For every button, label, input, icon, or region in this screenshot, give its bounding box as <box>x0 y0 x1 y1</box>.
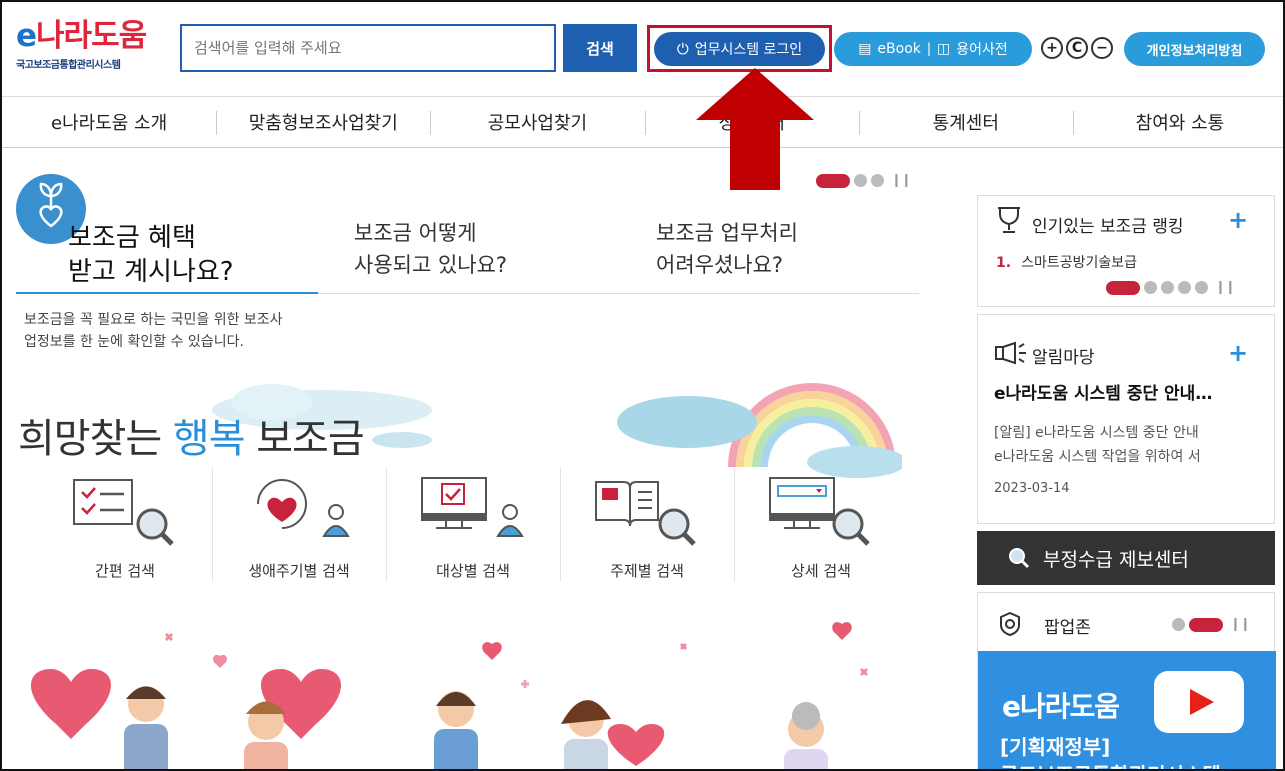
indicator-dot[interactable] <box>854 174 867 187</box>
people-hearts-illustration <box>31 622 869 769</box>
ebook-icon: ▤ <box>858 41 872 57</box>
book-icon: ◫ <box>937 41 951 57</box>
target-search-item[interactable]: 대상별 검색 <box>386 468 560 588</box>
popup-logo: e나라도움 <box>1002 690 1120 723</box>
tab-processing[interactable]: 보조금 업무처리 어려우셨나요? <box>656 217 798 281</box>
notice-headline[interactable]: e나라도움 시스템 중단 안내… <box>994 379 1264 404</box>
nav-item-participation[interactable]: 참여와 소통 <box>1072 97 1283 147</box>
logo-e: e <box>16 18 37 54</box>
nav-item-custom-search[interactable]: 맞춤형보조사업찾기 <box>216 97 430 147</box>
popup-banner[interactable]: e나라도움 [기획재정부] 국고보조금통합관리시스템 <box>978 651 1276 769</box>
category-label: 대상별 검색 <box>436 562 510 580</box>
logo-subtitle: 국고보조금통합관리시스템 <box>16 60 121 71</box>
notice-panel: 알림마당 + e나라도움 시스템 중단 안내… [알림] e나라도움 시스템 중… <box>977 314 1275 524</box>
search-input[interactable] <box>182 26 554 70</box>
notice-title: 알림마당 <box>1032 348 1095 368</box>
indicator-dot[interactable] <box>1161 281 1174 294</box>
category-label: 생애주기별 검색 <box>248 562 350 580</box>
site-logo[interactable]: e나라도움 국고보조금통합관리시스템 <box>16 18 147 71</box>
pause-icon[interactable]: ❙❙ <box>891 173 912 188</box>
category-label: 주제별 검색 <box>610 562 684 580</box>
tab-description: 보조금을 꼭 필요로 하는 국민을 위한 보조사업정보를 한 눈에 확인할 수 … <box>24 312 283 350</box>
popup-line-2: 국고보조금통합관리시스템 <box>1000 759 1221 769</box>
indicator-dot[interactable] <box>1144 281 1157 294</box>
dictionary-label[interactable]: 용어사전 <box>956 39 1008 59</box>
main-carousel-indicator[interactable]: ❙❙ <box>816 173 912 188</box>
separator: ǀ <box>926 41 932 57</box>
ranking-more-icon[interactable]: + <box>1228 206 1248 234</box>
tab-usage[interactable]: 보조금 어떻게 사용되고 있나요? <box>354 217 507 281</box>
lifecycle-search-item[interactable]: 생애주기별 검색 <box>212 468 386 588</box>
category-label: 상세 검색 <box>791 562 851 580</box>
popup-title: 팝업존 <box>1044 618 1091 638</box>
notice-more-icon[interactable]: + <box>1228 339 1248 367</box>
indicator-active[interactable] <box>1106 280 1140 295</box>
indicator-dot[interactable] <box>871 174 884 187</box>
indicator-dot[interactable] <box>1172 618 1185 631</box>
zoom-out-icon[interactable]: − <box>1091 37 1113 59</box>
heart-circle-person-icon <box>257 479 350 537</box>
main-nav: e나라도움 소개 맞춤형보조사업찾기 공모사업찾기 정보공개 통계센터 참여와 … <box>2 96 1283 148</box>
red-arrow-annotation <box>696 68 814 190</box>
privacy-policy-button[interactable]: 개인정보처리방침 <box>1124 32 1265 66</box>
tab-active-underline <box>16 292 318 294</box>
topic-search-item[interactable]: 주제별 검색 <box>560 468 734 588</box>
megaphone-icon <box>995 341 1026 365</box>
page-frame: e나라도움 국고보조금통합관리시스템 검색 ⏻ 업무시스템 로그인 ▤ eBoo… <box>0 0 1285 771</box>
youtube-play-icon <box>1154 671 1244 733</box>
fraud-report-center-button[interactable]: 부정수급 제보센터 <box>977 531 1275 585</box>
checklist-search-icon <box>73 479 174 546</box>
tab-benefit[interactable]: 보조금 혜택 받고 계시나요? <box>68 221 234 289</box>
trophy-icon <box>998 207 1020 233</box>
slogan-heading: 희망찾는 행복 보조금 <box>18 416 365 462</box>
indicator-active[interactable] <box>816 173 850 188</box>
popup-line-1: [기획재정부] <box>1000 735 1111 759</box>
search-field[interactable] <box>180 24 556 72</box>
ranking-item[interactable]: 1. 스마트공방기술보급 <box>996 252 1137 272</box>
nav-item-intro[interactable]: e나라도움 소개 <box>2 97 216 147</box>
monitor-person-icon <box>421 477 524 537</box>
ranking-indicator[interactable]: ❙❙ <box>1106 280 1236 295</box>
monitor-search-icon <box>769 477 870 546</box>
search-icon <box>1009 548 1030 569</box>
zoom-in-icon[interactable]: + <box>1041 37 1063 59</box>
rainbow-illustration <box>617 383 902 478</box>
ranking-title: 인기있는 보조금 랭킹 <box>1032 217 1184 237</box>
popup-indicator[interactable]: ❙❙ <box>1172 617 1251 632</box>
ebook-label[interactable]: eBook <box>877 41 920 57</box>
highlight-box <box>647 25 832 72</box>
book-search-icon <box>595 481 696 546</box>
indicator-dot[interactable] <box>1178 281 1191 294</box>
ebook-dictionary-button[interactable]: ▤ eBook ǀ ◫ 용어사전 <box>834 32 1032 66</box>
quick-search-item[interactable]: 간편 검색 <box>38 468 212 588</box>
notice-body[interactable]: [알림] e나라도움 시스템 중단 안내 e나라도움 시스템 작업을 위하여 서 <box>994 421 1264 469</box>
indicator-active[interactable] <box>1189 617 1223 632</box>
search-categories: 간편 검색 생애주기별 검색 대상별 검색 주제별 검색 상세 검색 <box>38 468 908 588</box>
search-button[interactable]: 검색 <box>563 24 637 72</box>
notice-date: 2023-03-14 <box>994 481 1070 496</box>
nav-item-statistics[interactable]: 통계센터 <box>858 97 1073 147</box>
category-label: 간편 검색 <box>95 562 155 580</box>
zoom-controls: + C − <box>1041 37 1113 59</box>
report-label: 부정수급 제보센터 <box>1043 548 1189 571</box>
pause-icon[interactable]: ❙❙ <box>1230 617 1251 632</box>
pause-icon[interactable]: ❙❙ <box>1215 280 1236 295</box>
logo-text: 나라도움 <box>36 18 147 54</box>
nav-item-public-contest[interactable]: 공모사업찾기 <box>430 97 644 147</box>
zoom-reset-icon[interactable]: C <box>1066 37 1088 59</box>
detail-search-item[interactable]: 상세 검색 <box>734 468 908 588</box>
shield-badge-icon <box>1000 611 1020 637</box>
popup-zone-panel: 팝업존 ❙❙ e나라도움 [기획재정부] 국고보조금통합관리시스템 <box>977 592 1276 769</box>
popular-ranking-panel: 인기있는 보조금 랭킹 + 1. 스마트공방기술보급 ❙❙ <box>977 195 1275 307</box>
indicator-dot[interactable] <box>1195 281 1208 294</box>
